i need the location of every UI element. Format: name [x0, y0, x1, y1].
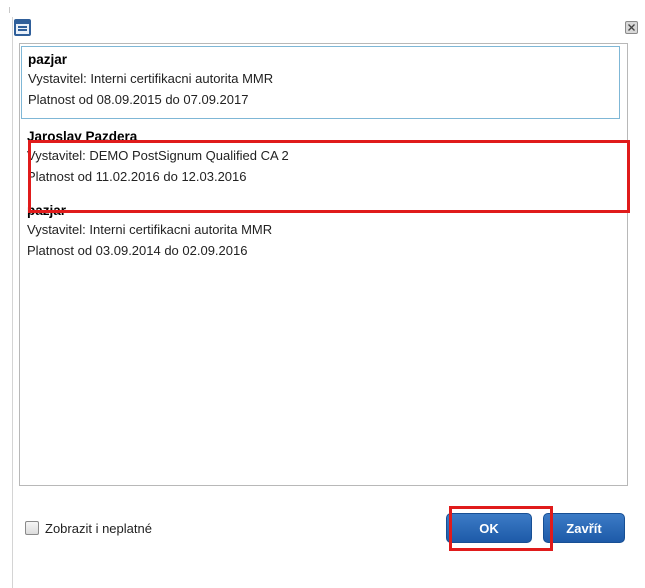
certificate-list[interactable]: pazjar Vystavitel: Interni certifikacni … — [19, 43, 628, 486]
certificate-name: pazjar — [28, 52, 68, 67]
certificate-item[interactable]: pazjar Vystavitel: Interni certifikacni … — [21, 198, 620, 270]
certificate-validity: Platnost od 03.09.2014 do 02.09.2016 — [27, 243, 248, 258]
close-button[interactable]: Zavřít — [543, 513, 625, 543]
corner-mark — [9, 7, 10, 13]
show-invalid-label: Zobrazit i neplatné — [45, 520, 152, 536]
certificate-item[interactable]: pazjar Vystavitel: Interni certifikacni … — [21, 46, 620, 119]
certificate-issuer: Vystavitel: Interni certifikacni autorit… — [28, 71, 274, 86]
certificate-name: Jaroslav Pazdera — [27, 129, 138, 144]
certificate-validity: Platnost od 08.09.2015 do 07.09.2017 — [28, 92, 249, 107]
certificate-issuer: Vystavitel: Interni certifikacni autorit… — [27, 222, 273, 237]
certificate-item[interactable]: Jaroslav Pazdera Vystavitel: DEMO PostSi… — [21, 124, 620, 196]
certificate-name: pazjar — [27, 203, 67, 218]
close-icon[interactable] — [625, 21, 638, 34]
show-invalid-checkbox[interactable] — [25, 521, 39, 535]
window-list-icon — [14, 19, 31, 36]
show-invalid-toggle[interactable]: Zobrazit i neplatné — [25, 519, 152, 537]
certificate-issuer: Vystavitel: DEMO PostSignum Qualified CA… — [27, 148, 289, 163]
ok-button[interactable]: OK — [446, 513, 532, 543]
certificate-validity: Platnost od 11.02.2016 do 12.03.2016 — [27, 169, 247, 184]
